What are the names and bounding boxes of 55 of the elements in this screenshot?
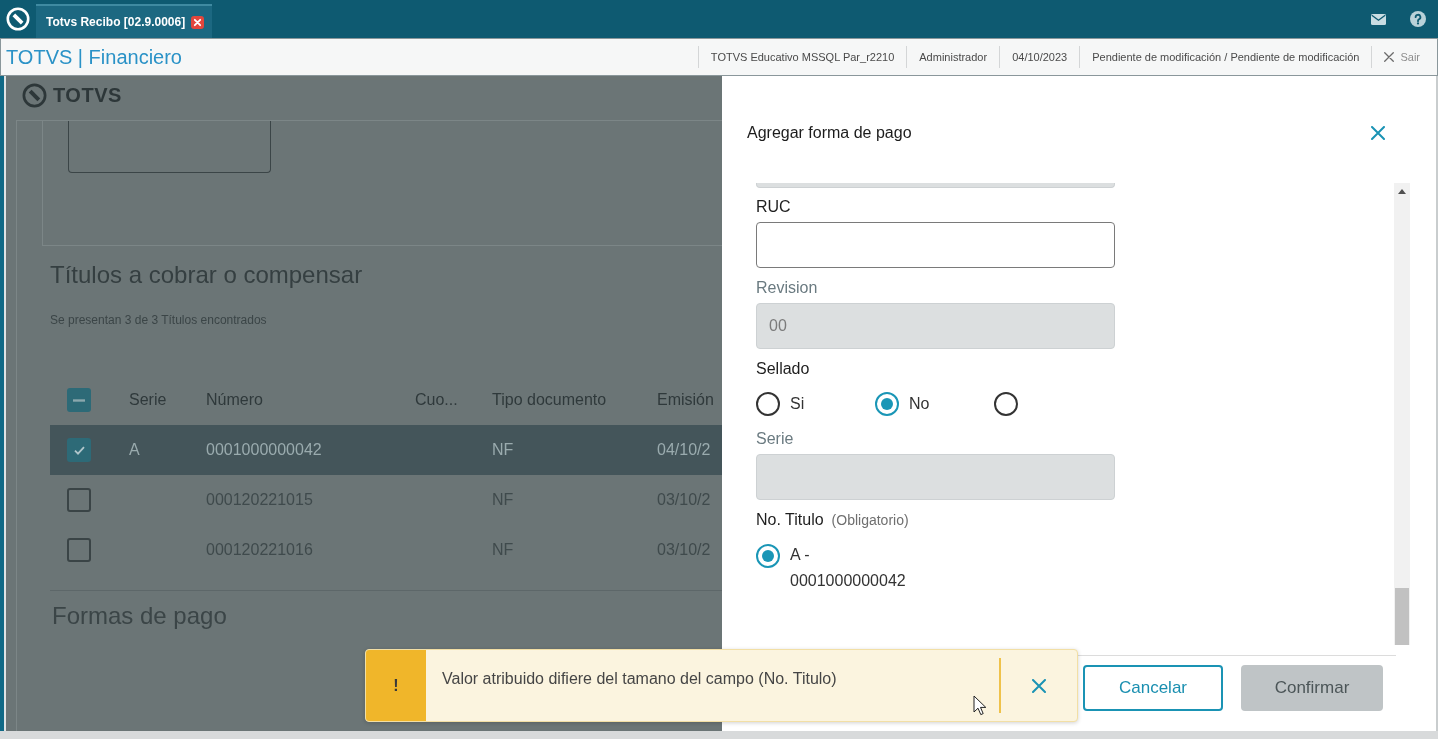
column-header[interactable]: Emisión xyxy=(641,391,722,409)
radio-label[interactable]: A - 0001000000042 xyxy=(790,542,906,594)
table-cell-text: 04/10/2 xyxy=(656,441,712,459)
close-icon[interactable] xyxy=(191,15,205,29)
warning-marker: ! xyxy=(366,650,426,721)
radio-label[interactable]: Si xyxy=(790,394,805,414)
info-text: TOTVS Educativo MSSQL Par_r2210 xyxy=(697,46,907,68)
info-text: Pendiente de modificación / Pendiente de modificación xyxy=(1079,46,1372,68)
input-field[interactable] xyxy=(756,222,1115,268)
checkbox[interactable] xyxy=(67,488,91,512)
column-header[interactable]: Tipo documento xyxy=(476,391,641,409)
logo-icon xyxy=(22,82,47,108)
checkbox[interactable] xyxy=(67,538,91,562)
help-icon[interactable] xyxy=(1410,11,1426,27)
app-title: TOTVS | Financiero xyxy=(5,45,183,69)
field-label: Serie xyxy=(756,429,794,449)
caret-up-icon[interactable] xyxy=(1398,189,1406,194)
logo-icon xyxy=(6,7,30,31)
field-label: Revision xyxy=(756,278,818,298)
field-hint: (Obligatorio) xyxy=(831,512,909,528)
info-text: Administrador xyxy=(906,46,1000,68)
scrollbar-thumb[interactable] xyxy=(1395,588,1409,645)
checkbox[interactable] xyxy=(67,438,91,462)
radio-button[interactable] xyxy=(875,392,899,416)
table-cell-text: NF xyxy=(491,441,515,459)
dialog-title: Agregar forma de pago xyxy=(747,123,912,143)
radio-label[interactable]: No xyxy=(909,394,930,414)
field-label: Sellado xyxy=(756,359,810,379)
scrollbar[interactable] xyxy=(1394,183,1410,645)
radio-button[interactable] xyxy=(756,392,780,416)
minus-icon xyxy=(73,398,85,402)
field-label: No. Titulo xyxy=(756,510,824,530)
column-header[interactable]: Número xyxy=(190,391,399,409)
checkbox[interactable] xyxy=(67,388,91,412)
logo-text: TOTVS xyxy=(53,83,122,107)
mail-icon[interactable] xyxy=(1370,13,1386,25)
check-icon xyxy=(73,445,85,455)
close-icon[interactable] xyxy=(1371,126,1385,140)
column-header[interactable]: Cuo... xyxy=(399,391,476,409)
table-cell-text: A xyxy=(128,441,141,459)
close-icon[interactable] xyxy=(1032,678,1046,693)
info-text: 04/10/2023 xyxy=(999,46,1080,68)
column-header[interactable]: Serie xyxy=(113,391,190,409)
mouse-pointer-icon xyxy=(973,695,987,716)
radio-button[interactable] xyxy=(994,392,1018,416)
app-tab[interactable]: Totvs Recibo [02.9.0006] xyxy=(36,4,213,38)
close-icon xyxy=(1384,52,1395,62)
input-field: 00 xyxy=(756,303,1115,349)
radio-button[interactable] xyxy=(756,544,780,568)
field-label: RUC xyxy=(756,197,791,217)
table-row[interactable]: A 0001000000042 NF 04/10/2 xyxy=(50,425,722,475)
toast-message: Valor atribuido difiere del tamano del campo (No. Titulo) xyxy=(442,669,837,689)
exit-button[interactable]: Sair xyxy=(1371,46,1437,68)
table-cell-text: 0001000000042 xyxy=(205,441,323,459)
cancel-button[interactable]: Cancelar xyxy=(1083,665,1223,711)
